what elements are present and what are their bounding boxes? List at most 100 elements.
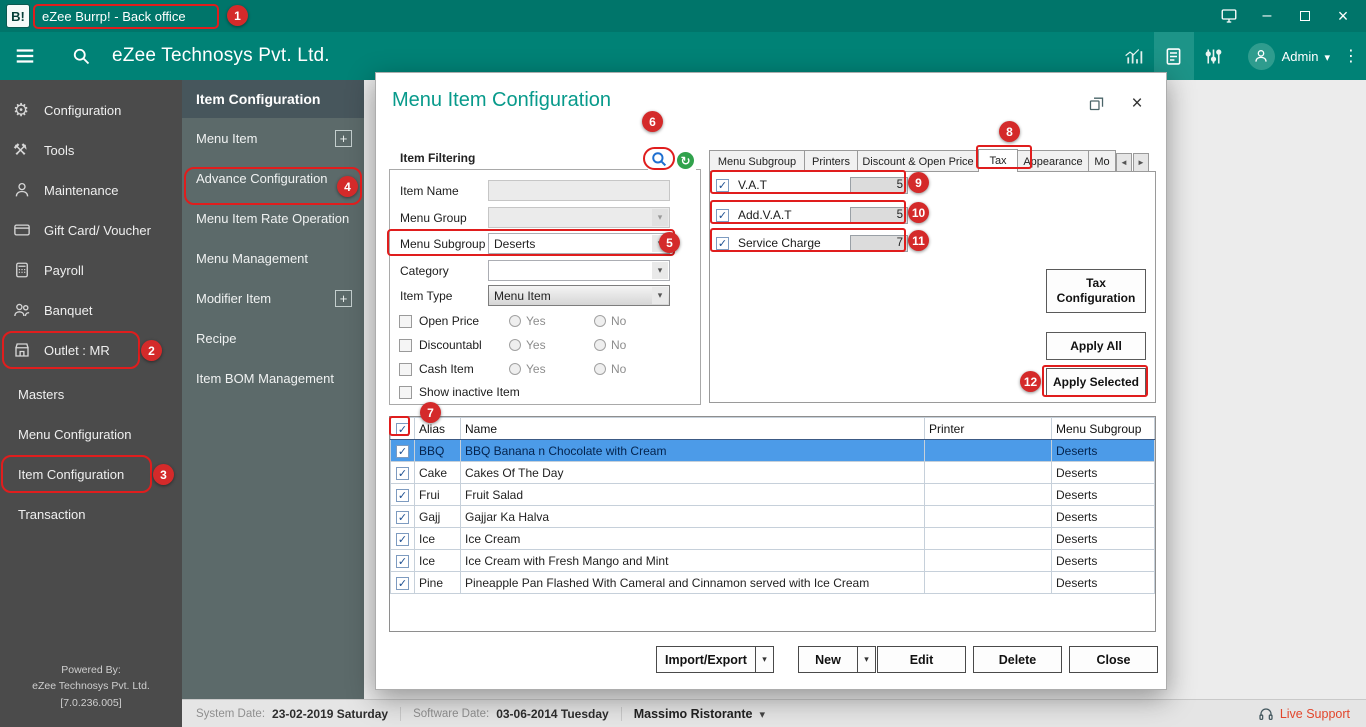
table-row[interactable]: Pine Pineapple Pan Flashed With Cameral …	[390, 571, 1155, 594]
new-dropdown-icon[interactable]	[857, 646, 876, 673]
filter-refresh-icon[interactable]	[677, 152, 694, 169]
minimize-button[interactable]	[1256, 5, 1278, 27]
service-charge-value-input[interactable]: 7	[850, 234, 908, 252]
row-checkbox[interactable]	[396, 444, 409, 458]
add-vat-checkbox[interactable]	[716, 208, 729, 222]
maintenance-icon	[13, 181, 43, 199]
new-button[interactable]: New	[798, 646, 858, 673]
row-checkbox[interactable]	[396, 576, 409, 590]
apply-all-button[interactable]: Apply All	[1046, 332, 1146, 360]
cash-item-no-radio[interactable]	[594, 363, 606, 375]
discountable-yes-radio[interactable]	[509, 339, 521, 351]
sidebar-item-banquet[interactable]: Banquet	[0, 290, 182, 330]
menu-subgroup-select[interactable]: Deserts	[488, 233, 670, 254]
tab-appearance[interactable]: Appearance	[1017, 150, 1089, 172]
sidebar-item-masters[interactable]: Masters	[0, 374, 182, 414]
sidebar-item-gift-card-voucher[interactable]: Gift Card/ Voucher	[0, 210, 182, 250]
row-checkbox[interactable]	[396, 510, 409, 524]
apply-selected-button[interactable]: Apply Selected	[1046, 368, 1146, 396]
select-all-cell[interactable]	[390, 417, 415, 440]
menu-group-select[interactable]	[488, 207, 670, 228]
overflow-menu-icon[interactable]	[1336, 46, 1366, 66]
row-checkbox[interactable]	[396, 554, 409, 568]
table-row[interactable]: Cake Cakes Of The Day Deserts	[390, 461, 1155, 484]
row-checkbox[interactable]	[396, 532, 409, 546]
open-price-no-radio[interactable]	[594, 315, 606, 327]
submenu-item-menu-item-rate-operation[interactable]: Menu Item Rate Operation	[182, 198, 364, 238]
category-select[interactable]	[488, 260, 670, 281]
add-menu-item-button[interactable]: +	[335, 129, 352, 147]
table-row[interactable]: Frui Fruit Salad Deserts	[390, 483, 1155, 506]
sidebar-item-payroll[interactable]: Payroll	[0, 250, 182, 290]
import-export-button[interactable]: Import/Export	[656, 646, 756, 673]
item-name-input[interactable]	[488, 180, 670, 201]
live-support-button[interactable]: Live Support	[1258, 706, 1350, 722]
show-inactive-checkbox[interactable]	[399, 385, 412, 399]
tab-scroll-right-icon[interactable]	[1133, 153, 1149, 172]
sidebar-item-transaction[interactable]: Transaction	[0, 494, 182, 534]
sidebar-item-tools[interactable]: Tools	[0, 130, 182, 170]
submenu-item-modifier-item[interactable]: Modifier Item +	[182, 278, 364, 318]
discountable-no-radio[interactable]	[594, 339, 606, 351]
submenu-item-menu-management[interactable]: Menu Management	[182, 238, 364, 278]
close-window-button[interactable]	[1332, 5, 1354, 27]
open-price-checkbox[interactable]	[399, 314, 412, 328]
cash-item-checkbox[interactable]	[399, 362, 412, 376]
table-row[interactable]: Ice Ice Cream Deserts	[390, 527, 1155, 550]
submenu-item-recipe[interactable]: Recipe	[182, 318, 364, 358]
hamburger-menu-button[interactable]	[8, 39, 42, 73]
table-row[interactable]: Ice Ice Cream with Fresh Mango and Mint …	[390, 549, 1155, 572]
user-menu-caret-icon[interactable]	[1324, 49, 1330, 64]
add-vat-value-input[interactable]: 5	[850, 206, 908, 224]
row-checkbox[interactable]	[396, 466, 409, 480]
table-row[interactable]: Gajj Gajjar Ka Halva Deserts	[390, 505, 1155, 528]
user-menu[interactable]: Admin	[1282, 49, 1319, 64]
user-avatar[interactable]	[1247, 42, 1275, 70]
select-all-checkbox[interactable]	[396, 422, 409, 436]
import-export-dropdown-icon[interactable]	[755, 646, 774, 673]
sidebar-item-configuration[interactable]: Configuration	[0, 90, 182, 130]
tab-scroll-left-icon[interactable]	[1116, 153, 1132, 172]
table-row[interactable]: BBQ BBQ Banana n Chocolate with Cream De…	[390, 439, 1155, 462]
sidebar-item-menu-configuration[interactable]: Menu Configuration	[0, 414, 182, 454]
column-header-alias[interactable]: Alias	[414, 417, 461, 440]
filter-search-icon[interactable]	[650, 150, 668, 171]
dialog-close-icon[interactable]	[1126, 93, 1148, 115]
vat-value-input[interactable]: 5	[850, 176, 908, 194]
column-header-name[interactable]: Name	[460, 417, 925, 440]
sidebar-item-label: Masters	[18, 386, 65, 402]
submenu-item-menu-item[interactable]: Menu Item +	[182, 118, 364, 158]
column-header-printer[interactable]: Printer	[924, 417, 1052, 440]
tab-tax[interactable]: Tax	[978, 149, 1018, 172]
tab-printers[interactable]: Printers	[804, 150, 858, 172]
tab-discount-open-price[interactable]: Discount & Open Price	[857, 150, 979, 172]
cell-printer	[924, 549, 1052, 572]
close-button[interactable]: Close	[1069, 646, 1158, 673]
sidebar-item-maintenance[interactable]: Maintenance	[0, 170, 182, 210]
item-type-select[interactable]: Menu Item	[488, 285, 670, 306]
cash-item-yes-radio[interactable]	[509, 363, 521, 375]
outlet-selector[interactable]: Massimo Ristorante	[634, 707, 765, 721]
search-icon[interactable]	[64, 39, 98, 73]
submenu-item-advance-configuration[interactable]: Advance Configuration	[182, 158, 364, 198]
service-charge-checkbox[interactable]	[716, 236, 729, 250]
annotation-badge-12: 12	[1020, 371, 1041, 392]
add-modifier-item-button[interactable]: +	[335, 289, 352, 307]
tab-modifier-truncated[interactable]: Mo	[1088, 150, 1116, 172]
tax-configuration-button[interactable]: Tax Configuration	[1046, 269, 1146, 313]
discountable-checkbox[interactable]	[399, 338, 412, 352]
maximize-button[interactable]	[1294, 5, 1316, 27]
app-window: B! eZee Burrp! - Back office eZee Techno…	[0, 0, 1366, 727]
pos-sliders-icon[interactable]	[1194, 32, 1234, 80]
popup-window-icon[interactable]	[1088, 95, 1105, 115]
vat-checkbox[interactable]	[716, 178, 729, 192]
submenu-item-item-bom-management[interactable]: Item BOM Management	[182, 358, 364, 398]
remote-support-icon[interactable]	[1218, 5, 1240, 27]
column-header-menu-subgroup[interactable]: Menu Subgroup	[1051, 417, 1155, 440]
tab-menu-subgroup[interactable]: Menu Subgroup	[709, 150, 805, 172]
cash-item-label: Cash Item	[419, 362, 474, 376]
edit-button[interactable]: Edit	[877, 646, 966, 673]
row-checkbox[interactable]	[396, 488, 409, 502]
open-price-yes-radio[interactable]	[509, 315, 521, 327]
delete-button[interactable]: Delete	[973, 646, 1062, 673]
